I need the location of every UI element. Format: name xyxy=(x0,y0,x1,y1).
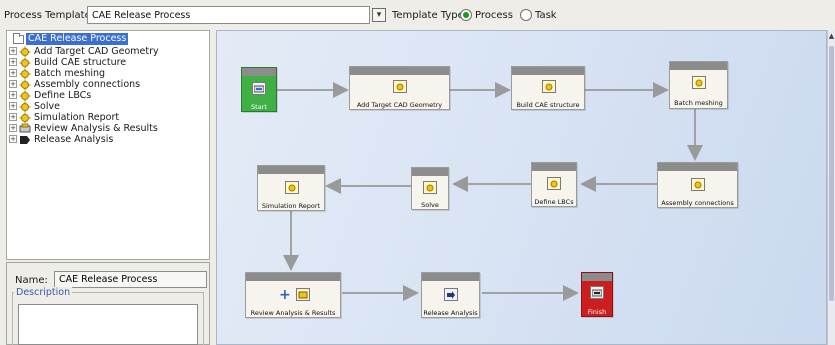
node-header xyxy=(246,273,340,281)
process-template-label: Process Template xyxy=(4,10,91,21)
expand-toggle-icon[interactable]: + xyxy=(9,135,17,143)
tree-item-label: Add Target CAD Geometry xyxy=(34,45,159,57)
node-header xyxy=(532,163,576,171)
expand-toggle-icon[interactable]: + xyxy=(9,91,17,99)
workflow-canvas[interactable]: Start Add Target CAD Geometry Build CAE … xyxy=(216,30,827,345)
task-radio[interactable] xyxy=(520,9,532,21)
description-textarea[interactable] xyxy=(18,304,198,345)
task-icon xyxy=(423,181,437,194)
plus-icon: + xyxy=(279,287,291,303)
start-node-label: Start xyxy=(251,103,267,111)
template-toolbar: Process Template ▾ Template Type Process… xyxy=(0,0,835,30)
tree-item-label: Release Analysis xyxy=(34,133,114,145)
task-icon xyxy=(19,101,31,112)
tree-item-label: Simulation Report xyxy=(34,111,120,123)
review-icon xyxy=(19,123,31,134)
expand-toggle-icon[interactable]: + xyxy=(9,113,17,121)
simulation-report-node-label: Simulation Report xyxy=(261,202,321,210)
assembly-node-label: Assembly connections xyxy=(661,199,734,207)
expand-toggle-icon[interactable]: + xyxy=(9,102,17,110)
add-target-cad-geometry-node[interactable]: Add Target CAD Geometry xyxy=(349,66,450,110)
release-icon xyxy=(19,134,31,145)
tree-item-label: Build CAE structure xyxy=(34,56,127,68)
node-header xyxy=(512,67,584,75)
task-icon xyxy=(19,46,31,57)
task-icon xyxy=(19,68,31,79)
template-dropdown-button[interactable]: ▾ xyxy=(372,8,386,22)
description-label: Description xyxy=(14,287,73,298)
task-icon xyxy=(691,178,705,191)
expand-toggle-icon[interactable]: + xyxy=(9,80,17,88)
simulation-report-node[interactable]: Simulation Report xyxy=(257,165,325,211)
batch-meshing-node-label: Batch meshing xyxy=(674,99,723,107)
solve-node-label: Solve xyxy=(421,201,439,209)
finish-node[interactable]: Finish xyxy=(581,272,613,317)
start-icon xyxy=(252,82,266,95)
tree-item-label: Define LBCs xyxy=(34,89,92,101)
node-header xyxy=(658,163,737,171)
tree-item-label: Assembly connections xyxy=(34,78,141,90)
template-type-label: Template Type xyxy=(392,10,464,21)
start-node[interactable]: Start xyxy=(241,67,277,112)
expand-toggle-icon[interactable]: + xyxy=(9,58,17,66)
process-radio[interactable] xyxy=(460,9,472,21)
task-icon xyxy=(19,90,31,101)
expand-toggle-icon[interactable]: + xyxy=(9,124,17,132)
tree-item-label: Batch meshing xyxy=(34,67,106,79)
define-lbcs-node[interactable]: Define LBCs xyxy=(531,162,577,207)
release-analysis-node[interactable]: Release Analysis xyxy=(421,272,480,318)
solve-node[interactable]: Solve xyxy=(411,167,449,210)
define-lbcs-node-label: Define LBCs xyxy=(534,198,574,206)
batch-meshing-node[interactable]: Batch meshing xyxy=(669,61,728,109)
node-header xyxy=(258,166,324,174)
task-icon xyxy=(542,80,556,93)
task-icon xyxy=(19,112,31,123)
task-icon xyxy=(692,76,706,89)
name-field[interactable] xyxy=(54,271,207,288)
add-target-node-label: Add Target CAD Geometry xyxy=(356,101,443,109)
expand-toggle-icon[interactable]: + xyxy=(9,69,17,77)
task-radio-label[interactable]: Task xyxy=(535,10,557,21)
tree-root-label[interactable]: CAE Release Process xyxy=(26,33,129,45)
tree-root[interactable]: CAE Release Process xyxy=(13,32,129,45)
process-tree-panel: CAE Release Process + Add Target CAD Geom… xyxy=(6,30,210,260)
process-template-input[interactable] xyxy=(87,6,370,24)
tree-item-label: Solve xyxy=(34,100,60,112)
scroll-up-icon[interactable]: ▲ xyxy=(828,32,835,40)
node-header xyxy=(242,68,276,76)
scrollbar-thumb[interactable] xyxy=(829,46,834,301)
release-node-label: Release Analysis xyxy=(423,309,478,317)
task-icon xyxy=(393,80,407,93)
task-icon xyxy=(285,181,299,194)
node-header xyxy=(350,67,449,75)
review-analysis-results-node[interactable]: + Review Analysis & Results xyxy=(245,272,341,318)
node-header xyxy=(412,168,448,176)
release-icon xyxy=(444,288,458,301)
build-cae-node-label: Build CAE structure xyxy=(516,101,580,109)
node-header xyxy=(670,62,727,70)
finish-node-label: Finish xyxy=(587,308,607,316)
assembly-connections-node[interactable]: Assembly connections xyxy=(657,162,738,208)
name-label: Name: xyxy=(15,275,48,286)
finish-icon xyxy=(590,286,604,299)
review-icon xyxy=(296,288,310,301)
chevron-down-icon: ▾ xyxy=(376,9,382,20)
task-icon xyxy=(547,177,561,190)
expand-toggle-icon[interactable]: + xyxy=(9,47,17,55)
tree-item[interactable]: + Release Analysis xyxy=(9,133,113,145)
canvas-vertical-scrollbar[interactable]: ▲ xyxy=(827,30,835,345)
review-node-label: Review Analysis & Results xyxy=(250,309,336,317)
node-header xyxy=(582,273,612,281)
task-icon xyxy=(19,57,31,68)
task-icon xyxy=(19,79,31,90)
folder-icon xyxy=(13,32,24,44)
process-radio-label[interactable]: Process xyxy=(475,10,513,21)
node-header xyxy=(422,273,479,281)
build-cae-structure-node[interactable]: Build CAE structure xyxy=(511,66,585,110)
tree-item-label: Review Analysis & Results xyxy=(34,122,158,134)
